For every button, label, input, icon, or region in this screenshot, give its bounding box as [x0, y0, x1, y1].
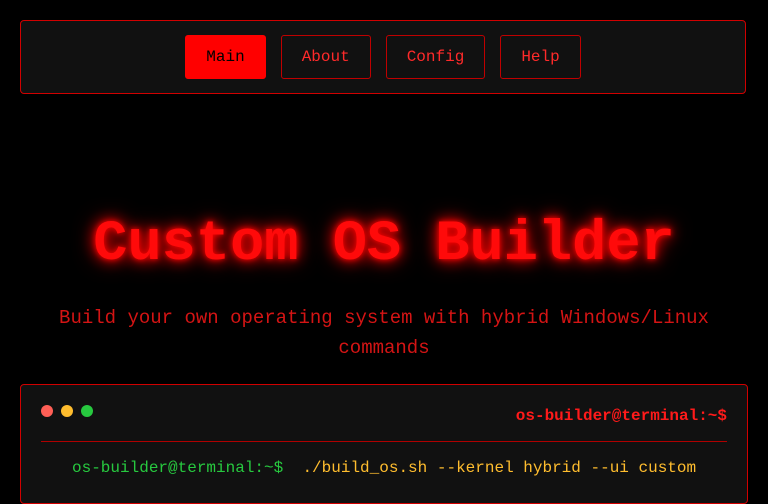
window-controls: [41, 405, 93, 417]
nav-about-button[interactable]: About: [280, 35, 371, 79]
nav-help-button[interactable]: Help: [500, 35, 581, 79]
close-dot-icon[interactable]: [41, 405, 53, 417]
page-title: Custom OS Builder: [93, 213, 675, 277]
terminal-prompt: os-builder@terminal:~$: [72, 459, 284, 477]
terminal-title: os-builder@terminal:~$: [515, 407, 727, 425]
nav-config-button[interactable]: Config: [385, 35, 486, 79]
nav-main-button[interactable]: Main: [185, 35, 266, 79]
terminal-window[interactable]: os-builder@terminal:~$ os-builder@termin…: [20, 384, 748, 504]
terminal-divider: [41, 441, 727, 442]
maximize-dot-icon[interactable]: [81, 405, 93, 417]
main-nav: Main About Config Help: [20, 20, 746, 94]
terminal-command: ./build_os.sh --kernel hybrid --ui custo…: [302, 459, 697, 477]
minimize-dot-icon[interactable]: [61, 405, 73, 417]
terminal-command-line: os-builder@terminal:~$ ./build_os.sh --k…: [72, 459, 696, 477]
page-subtitle: Build your own operating system with hyb…: [59, 307, 709, 359]
